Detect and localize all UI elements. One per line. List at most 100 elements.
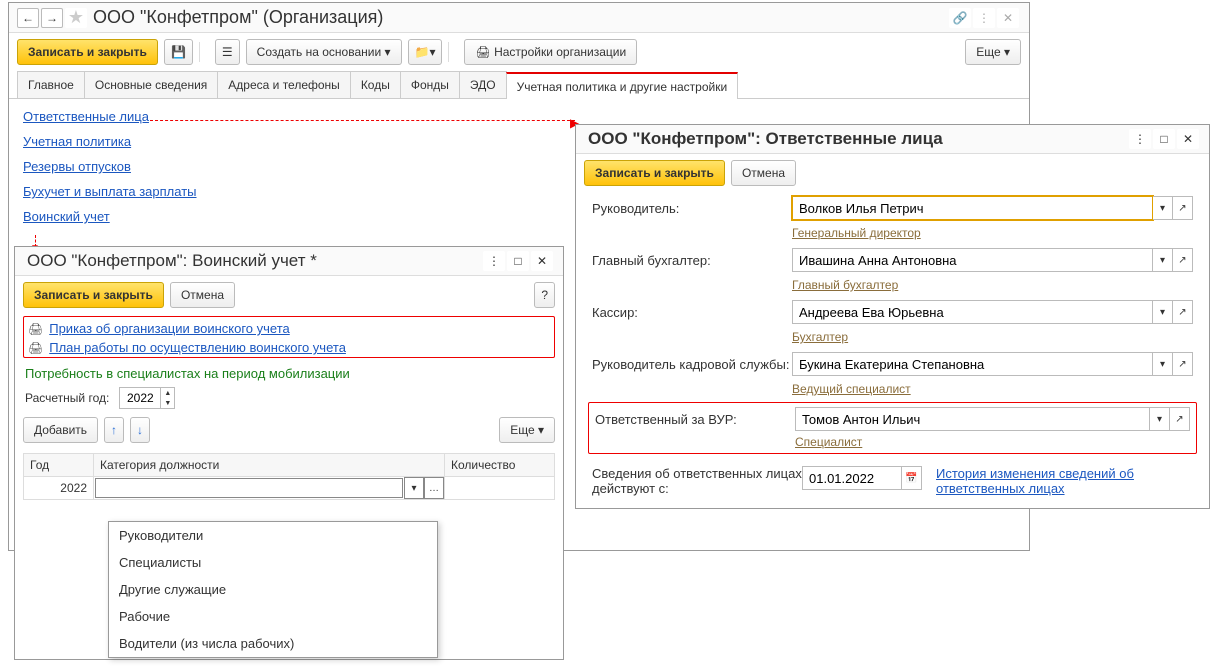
dropdown-item[interactable]: Водители (из числа рабочих) (109, 630, 437, 657)
link-plan[interactable]: План работы по осуществлению воинского у… (49, 340, 346, 355)
resp-maximize-icon[interactable]: □ (1153, 129, 1175, 149)
field-ruk: Руководитель: ▾ ↗ (576, 192, 1209, 224)
link-buhuchet[interactable]: Бухучет и выплата зарплаты (23, 184, 197, 199)
input-kassir-dropdown[interactable]: ▾ (1153, 300, 1173, 324)
voin-titlebar: ООО "Конфетпром": Воинский учет * ⋮ □ ✕ (15, 247, 563, 276)
col-category[interactable]: Категория должности (94, 454, 445, 477)
save-close-button[interactable]: Записать и закрыть (17, 39, 158, 65)
input-ruk-open[interactable]: ↗ (1173, 196, 1193, 220)
voin-save-close-button[interactable]: Записать и закрыть (23, 282, 164, 308)
nav-forward-button[interactable]: → (41, 8, 63, 28)
input-ruk[interactable] (792, 196, 1153, 220)
link-otvetstvennye[interactable]: Ответственные лица (23, 109, 149, 124)
main-title: ООО "Конфетпром" (Организация) (93, 7, 383, 28)
pos-glbuh[interactable]: Главный бухгалтер (792, 278, 898, 292)
nav-back-button[interactable]: ← (17, 8, 39, 28)
year-up-icon[interactable]: ▲ (160, 388, 174, 398)
menu-dots-icon[interactable]: ⋮ (973, 8, 995, 28)
input-glbuh[interactable] (792, 248, 1153, 272)
year-input[interactable] (120, 388, 160, 408)
field-kadr: Руководитель кадровой службы: ▾ ↗ (576, 348, 1209, 380)
folder-button[interactable]: 📁▾ (408, 39, 443, 65)
voin-table: Год Категория должности Количество 2022 … (23, 453, 555, 500)
category-input[interactable] (95, 478, 403, 498)
resp-cancel-button[interactable]: Отмена (731, 160, 796, 186)
link-voinskiy[interactable]: Воинский учет (23, 209, 110, 224)
list-button[interactable]: ☰ (215, 39, 240, 65)
category-dropdown[interactable]: Руководители Специалисты Другие служащие… (108, 521, 438, 658)
calendar-icon[interactable]: 📅 (902, 466, 922, 490)
col-year[interactable]: Год (24, 454, 94, 477)
input-kassir[interactable] (792, 300, 1153, 324)
input-glbuh-open[interactable]: ↗ (1173, 248, 1193, 272)
resp-titlebar: ООО "Конфетпром": Ответственные лица ⋮ □… (576, 125, 1209, 154)
cell-category[interactable]: ▾ … (94, 477, 445, 500)
resp-toolbar: Записать и закрыть Отмена (576, 154, 1209, 192)
voin-cancel-button[interactable]: Отмена (170, 282, 235, 308)
voin-menu-dots-icon[interactable]: ⋮ (483, 251, 505, 271)
year-spinner[interactable]: ▲ ▼ (119, 387, 175, 409)
pos-kassir[interactable]: Бухгалтер (792, 330, 848, 344)
pos-vur[interactable]: Специалист (795, 435, 862, 449)
cell-year[interactable]: 2022 (24, 477, 94, 500)
input-vur-dropdown[interactable]: ▾ (1150, 407, 1170, 431)
input-vur-open[interactable]: ↗ (1170, 407, 1190, 431)
voin-close-icon[interactable]: ✕ (531, 251, 553, 271)
dropdown-item[interactable]: Рабочие (109, 603, 437, 630)
resp-close-icon[interactable]: ✕ (1177, 129, 1199, 149)
move-down-button[interactable]: ↓ (130, 417, 150, 443)
more-button[interactable]: Еще ▾ (965, 39, 1021, 65)
dropdown-item[interactable]: Другие служащие (109, 576, 437, 603)
resp-window: ООО "Конфетпром": Ответственные лица ⋮ □… (575, 124, 1210, 509)
close-icon[interactable]: ✕ (997, 8, 1019, 28)
create-based-button[interactable]: Создать на основании ▾ (246, 39, 402, 65)
col-qty[interactable]: Количество (445, 454, 555, 477)
label-vur: Ответственный за ВУР: (595, 412, 795, 427)
tab-kody[interactable]: Коды (350, 71, 401, 98)
add-button[interactable]: Добавить (23, 417, 98, 443)
potreb-label: Потребность в специалистах на период моб… (25, 366, 350, 381)
voin-print-links-highlight: 🖨 Приказ об организации воинского учета … (23, 316, 555, 358)
link-prikaz[interactable]: Приказ об организации воинского учета (49, 321, 290, 336)
tab-adresa[interactable]: Адреса и телефоны (217, 71, 351, 98)
field-kassir: Кассир: ▾ ↗ (576, 296, 1209, 328)
input-kadr[interactable] (792, 352, 1153, 376)
input-glbuh-dropdown[interactable]: ▾ (1153, 248, 1173, 272)
tab-edo[interactable]: ЭДО (459, 71, 507, 98)
pos-kadr[interactable]: Ведущий специалист (792, 382, 911, 396)
voin-more-button[interactable]: Еще ▾ (499, 417, 555, 443)
link-rezervy[interactable]: Резервы отпусков (23, 159, 131, 174)
tab-main[interactable]: Главное (17, 71, 85, 98)
input-ruk-dropdown[interactable]: ▾ (1153, 196, 1173, 220)
table-row[interactable]: 2022 ▾ … (24, 477, 555, 500)
dropdown-item[interactable]: Руководители (109, 522, 437, 549)
cell-qty[interactable] (445, 477, 555, 500)
voin-maximize-icon[interactable]: □ (507, 251, 529, 271)
annotation-arrow-1 (150, 120, 575, 121)
resp-menu-dots-icon[interactable]: ⋮ (1129, 129, 1151, 149)
star-icon[interactable]: ★ (65, 8, 87, 28)
move-up-button[interactable]: ↑ (104, 417, 124, 443)
input-kassir-open[interactable]: ↗ (1173, 300, 1193, 324)
tab-uchet-politika[interactable]: Учетная политика и другие настройки (506, 72, 739, 99)
label-kadr: Руководитель кадровой службы: (592, 357, 792, 372)
link-uchetnaya[interactable]: Учетная политика (23, 134, 131, 149)
input-kadr-dropdown[interactable]: ▾ (1153, 352, 1173, 376)
link-icon[interactable]: 🔗 (949, 8, 971, 28)
year-down-icon[interactable]: ▼ (160, 398, 174, 408)
tab-fondy[interactable]: Фонды (400, 71, 460, 98)
input-effective-date[interactable] (802, 466, 902, 490)
tab-osnovnye[interactable]: Основные сведения (84, 71, 218, 98)
pos-ruk[interactable]: Генеральный директор (792, 226, 921, 240)
input-kadr-open[interactable]: ↗ (1173, 352, 1193, 376)
history-link[interactable]: История изменения сведений об ответствен… (936, 466, 1176, 496)
save-button[interactable]: 💾 (164, 39, 193, 65)
vur-highlight: Ответственный за ВУР: ▾ ↗ Специалист (588, 402, 1197, 454)
category-ellipsis-button[interactable]: … (424, 477, 444, 499)
resp-save-close-button[interactable]: Записать и закрыть (584, 160, 725, 186)
dropdown-item[interactable]: Специалисты (109, 549, 437, 576)
category-dropdown-button[interactable]: ▾ (404, 477, 424, 499)
input-vur[interactable] (795, 407, 1150, 431)
org-settings-button[interactable]: 🖨 Настройки организации (464, 39, 637, 65)
voin-help-button[interactable]: ? (534, 282, 555, 308)
